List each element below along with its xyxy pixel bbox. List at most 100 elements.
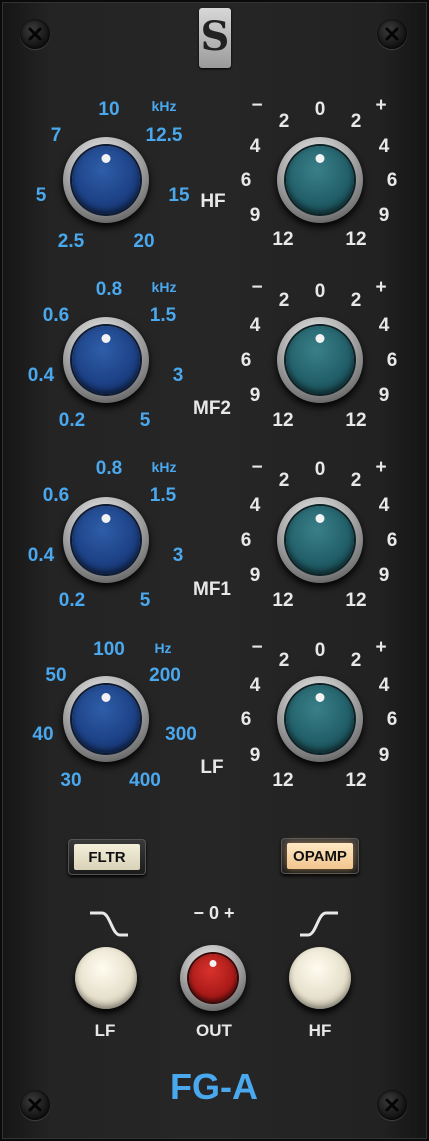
gain-boost-2-label: 2 xyxy=(350,290,362,311)
freq-unit-label: kHz xyxy=(151,98,177,114)
hf-frequency-knob[interactable] xyxy=(63,137,149,223)
gain-cut-12-label: 12 xyxy=(272,770,294,791)
band-name-label: LF xyxy=(200,757,224,778)
fltr-button[interactable]: FLTR xyxy=(68,839,146,875)
output-label: OUT xyxy=(196,1021,232,1040)
fltr-button-label: FLTR xyxy=(74,844,140,870)
gain-boost-2-label: 2 xyxy=(350,470,362,491)
freq-label-right: 15 xyxy=(168,185,190,206)
gain-plus-label: + xyxy=(375,637,387,658)
gain-minus-label: − xyxy=(251,637,263,658)
opamp-button-label: OPAMP xyxy=(287,843,353,869)
mf2-frequency-knob[interactable] xyxy=(63,317,149,403)
gain-cut-2-label: 2 xyxy=(278,111,290,132)
freq-label-bottom-right: 5 xyxy=(139,410,151,431)
gain-minus-label: − xyxy=(251,277,263,298)
hf-gain-knob[interactable] xyxy=(277,137,363,223)
gain-boost-6-label: 6 xyxy=(386,709,398,730)
gain-boost-6-label: 6 xyxy=(386,530,398,551)
gain-cut-9-label: 9 xyxy=(249,385,261,406)
freq-label-upper-left: 50 xyxy=(45,665,67,686)
gain-plus-label: + xyxy=(375,277,387,298)
hf-filter-label: HF xyxy=(308,1021,332,1040)
freq-label-top: 0.8 xyxy=(95,279,123,300)
gain-cut-6-label: 6 xyxy=(240,350,252,371)
screw-icon xyxy=(20,1090,50,1120)
gain-cut-4-label: 4 xyxy=(249,675,261,696)
gain-boost-2-label: 2 xyxy=(350,111,362,132)
freq-label-right: 3 xyxy=(172,365,184,386)
gain-cut-9-label: 9 xyxy=(249,745,261,766)
gain-cut-6-label: 6 xyxy=(240,530,252,551)
band-name-label: MF1 xyxy=(193,579,231,600)
gain-zero-label: 0 xyxy=(314,99,326,120)
freq-label-upper-left: 0.6 xyxy=(42,305,70,326)
gain-boost-12-label: 12 xyxy=(345,590,367,611)
gain-cut-4-label: 4 xyxy=(249,136,261,157)
opamp-button[interactable]: OPAMP xyxy=(281,838,359,874)
gain-plus-label: + xyxy=(375,95,387,116)
freq-label-right: 300 xyxy=(165,724,197,745)
band-name-label: HF xyxy=(200,191,226,212)
band-name-label: MF2 xyxy=(193,398,231,419)
gain-cut-4-label: 4 xyxy=(249,315,261,336)
out-scale-label: − 0 + xyxy=(193,903,235,923)
freq-label-bottom-left: 0.2 xyxy=(58,410,86,431)
freq-label-left: 40 xyxy=(32,724,54,745)
lf-gain-knob[interactable] xyxy=(277,676,363,762)
freq-label-bottom-right: 20 xyxy=(133,231,155,252)
screw-icon xyxy=(377,1090,407,1120)
freq-unit-label: kHz xyxy=(151,279,177,295)
freq-label-upper-right: 200 xyxy=(149,665,181,686)
gain-plus-label: + xyxy=(375,457,387,478)
gain-cut-2-label: 2 xyxy=(278,290,290,311)
mf1-gain-knob[interactable] xyxy=(277,497,363,583)
screw-icon xyxy=(377,19,407,49)
freq-label-upper-right: 12.5 xyxy=(145,125,183,146)
freq-label-left: 0.4 xyxy=(27,365,55,386)
freq-unit-label: Hz xyxy=(154,640,172,656)
gain-boost-9-label: 9 xyxy=(378,745,390,766)
freq-label-upper-right: 1.5 xyxy=(149,485,177,506)
gain-minus-label: − xyxy=(251,457,263,478)
gain-boost-4-label: 4 xyxy=(378,136,390,157)
gain-zero-label: 0 xyxy=(314,281,326,302)
gain-boost-12-label: 12 xyxy=(345,770,367,791)
gain-cut-6-label: 6 xyxy=(240,709,252,730)
output-knob[interactable] xyxy=(180,945,246,1011)
lf-filter-knob[interactable] xyxy=(75,947,137,1009)
gain-boost-6-label: 6 xyxy=(386,170,398,191)
mf2-gain-knob[interactable] xyxy=(277,317,363,403)
gain-cut-9-label: 9 xyxy=(249,565,261,586)
gain-boost-6-label: 6 xyxy=(386,350,398,371)
freq-label-right: 3 xyxy=(172,545,184,566)
freq-label-bottom-left: 30 xyxy=(60,770,82,791)
high-cut-filter-icon xyxy=(300,911,338,937)
gain-boost-9-label: 9 xyxy=(378,385,390,406)
gain-cut-12-label: 12 xyxy=(272,590,294,611)
gain-minus-label: − xyxy=(251,95,263,116)
freq-unit-label: kHz xyxy=(151,459,177,475)
gain-boost-2-label: 2 xyxy=(350,650,362,671)
hf-filter-knob[interactable] xyxy=(289,947,351,1009)
screw-icon xyxy=(20,19,50,49)
gain-boost-12-label: 12 xyxy=(345,410,367,431)
logo-letter: S xyxy=(200,13,230,60)
freq-label-upper-left: 0.6 xyxy=(42,485,70,506)
freq-label-top: 100 xyxy=(93,639,125,660)
gain-boost-12-label: 12 xyxy=(345,229,367,250)
module-name: FG-A xyxy=(170,1066,258,1107)
lf-frequency-knob[interactable] xyxy=(63,676,149,762)
freq-label-left: 5 xyxy=(35,185,47,206)
freq-label-top: 0.8 xyxy=(95,458,123,479)
gain-boost-4-label: 4 xyxy=(378,315,390,336)
gain-boost-9-label: 9 xyxy=(378,565,390,586)
gain-cut-4-label: 4 xyxy=(249,495,261,516)
gain-boost-4-label: 4 xyxy=(378,675,390,696)
brand-logo: S xyxy=(199,8,231,68)
freq-label-bottom-right: 5 xyxy=(139,590,151,611)
lf-filter-label: LF xyxy=(94,1021,116,1040)
mf1-frequency-knob[interactable] xyxy=(63,497,149,583)
freq-label-top: 10 xyxy=(98,99,120,120)
gain-cut-12-label: 12 xyxy=(272,229,294,250)
